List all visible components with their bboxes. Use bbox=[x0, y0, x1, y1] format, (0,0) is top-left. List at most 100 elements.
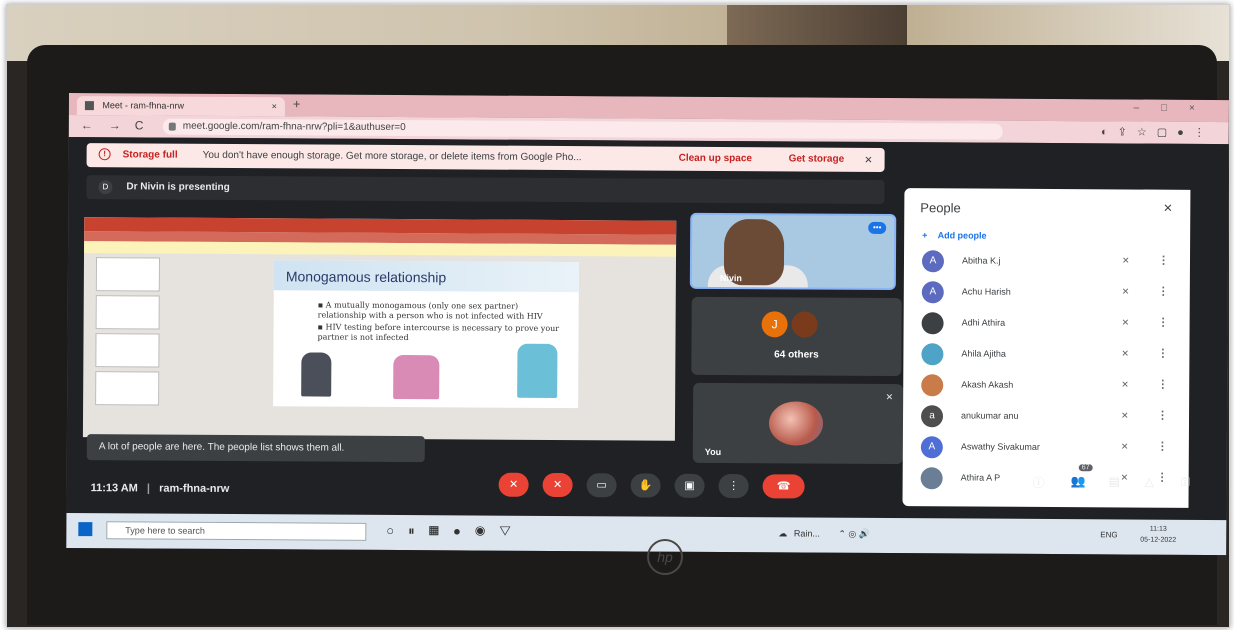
muted-mic-icon: ✕ bbox=[1121, 348, 1130, 359]
get-storage-button[interactable]: Get storage bbox=[789, 147, 845, 171]
url-input[interactable]: meet.google.com/ram-fhna-nrw?pli=1&authu… bbox=[162, 118, 1003, 140]
add-people-button[interactable]: + Add people bbox=[922, 230, 986, 240]
participant-tile-self[interactable]: ✕ You bbox=[692, 382, 904, 465]
new-tab-button[interactable]: + bbox=[293, 96, 301, 111]
more-vert-icon[interactable]: ⋮ bbox=[1157, 347, 1168, 360]
meet-favicon-icon bbox=[84, 101, 94, 111]
clean-up-space-button[interactable]: Clean up space bbox=[679, 147, 753, 171]
others-count: 64 others bbox=[774, 349, 819, 361]
slide-thumbnails bbox=[95, 257, 162, 437]
participant-row[interactable]: A Achu Harish ✕ ⋮ bbox=[921, 279, 1184, 307]
hp-logo: hp bbox=[647, 539, 683, 575]
participant-row[interactable]: A Aswathy Sivakumar ✕ ⋮ bbox=[920, 434, 1183, 462]
reload-button[interactable]: C bbox=[135, 118, 144, 132]
taskbar-pinned-apps[interactable]: ○⏸▦●◉▽ bbox=[386, 523, 525, 540]
participant-name: Akash Akash bbox=[961, 379, 1014, 390]
taskbar-search-placeholder: Type here to search bbox=[125, 525, 205, 536]
participant-avatar bbox=[921, 374, 944, 397]
presenter-avatar: D bbox=[98, 180, 113, 195]
warning-icon: ! bbox=[98, 148, 111, 161]
slide-bullet: ▪ HIV testing before intercourse is nece… bbox=[317, 322, 560, 343]
muted-mic-icon: ✕ bbox=[1121, 379, 1129, 390]
language-indicator[interactable]: ENG bbox=[1100, 530, 1117, 539]
participant-row[interactable]: A Abitha K.j ✕ ⋮ bbox=[921, 248, 1184, 276]
presenting-text: Dr Nivin is presenting bbox=[126, 181, 230, 193]
lock-icon bbox=[168, 122, 176, 131]
captions-button[interactable]: ▭ bbox=[586, 473, 617, 498]
more-vert-icon[interactable]: ⋮ bbox=[1158, 285, 1169, 298]
camera-toggle-button[interactable]: ✕ bbox=[542, 472, 573, 498]
participant-row[interactable]: a anukumar anu ✕ ⋮ bbox=[920, 403, 1183, 431]
slide-illustration bbox=[517, 343, 558, 398]
people-panel: People × + Add people A Abitha K.j ✕ ⋮ A Achu… bbox=[902, 188, 1191, 508]
forward-button[interactable]: → bbox=[109, 118, 121, 132]
self-label: You bbox=[704, 446, 722, 457]
participant-row[interactable]: Ahila Ajitha ✕ ⋮ bbox=[921, 341, 1183, 369]
muted-mic-icon: ✕ bbox=[1121, 410, 1129, 421]
meet-window: ! Storage full You don't have enough sto… bbox=[66, 136, 1229, 556]
more-vert-icon[interactable]: ⋮ bbox=[1158, 254, 1169, 267]
people-panel-close-icon[interactable]: × bbox=[1163, 200, 1172, 217]
banner-message: You don't have enough storage. Get more … bbox=[202, 149, 582, 164]
raise-hand-button[interactable]: ✋ bbox=[630, 473, 661, 498]
window-controls[interactable]: –□× bbox=[1133, 103, 1217, 115]
slide-thumbnail bbox=[95, 333, 160, 368]
powerpoint-notice-bar bbox=[84, 241, 677, 257]
activities-icon[interactable]: △ bbox=[1145, 475, 1154, 489]
participant-avatar bbox=[921, 343, 944, 366]
leave-call-button[interactable]: ☎ bbox=[762, 474, 805, 499]
system-tray: ☁ Rain... ⌃ ◎ 🔊 bbox=[778, 528, 870, 540]
participant-avatar bbox=[921, 312, 944, 335]
meeting-info: 11:13 AM | ram-fhna-nrw bbox=[91, 482, 230, 495]
weather-text: Rain... bbox=[793, 528, 820, 539]
browser-tab[interactable]: Meet - ram-fhna-nrw × bbox=[76, 96, 285, 117]
people-icon[interactable]: 👥 bbox=[1071, 474, 1086, 488]
tab-close-icon[interactable]: × bbox=[272, 97, 277, 116]
participant-tile-others[interactable]: J 64 others bbox=[691, 296, 902, 377]
others-avatar: J bbox=[761, 311, 788, 338]
present-button[interactable]: ▣ bbox=[674, 473, 705, 498]
laptop-screen: Meet - ram-fhna-nrw × + –□× ← → C meet.g… bbox=[66, 93, 1229, 556]
people-panel-title: People bbox=[920, 200, 961, 216]
add-people-label: Add people bbox=[937, 230, 987, 241]
banner-close-icon[interactable]: × bbox=[865, 148, 873, 172]
people-toast: A lot of people are here. The people lis… bbox=[86, 434, 425, 463]
chat-icon[interactable]: ▤ bbox=[1109, 474, 1120, 488]
slide-thumbnail bbox=[95, 257, 160, 292]
taskbar-search-input[interactable]: Type here to search bbox=[106, 521, 367, 541]
slide-title: Monogamous relationship bbox=[285, 268, 447, 286]
more-vert-icon[interactable]: ⋮ bbox=[1157, 409, 1168, 422]
participant-row[interactable]: Akash Akash ✕ ⋮ bbox=[921, 372, 1183, 400]
weather-icon[interactable]: ☁ bbox=[778, 528, 787, 538]
windows-start-icon[interactable] bbox=[78, 522, 93, 537]
more-vert-icon[interactable]: ⋮ bbox=[1157, 440, 1168, 453]
participant-name: Adhi Athira bbox=[961, 317, 1006, 328]
back-button[interactable]: ← bbox=[81, 118, 93, 132]
participant-row[interactable]: Adhi Athira ✕ ⋮ bbox=[921, 310, 1184, 338]
tab-title: Meet - ram-fhna-nrw bbox=[102, 100, 185, 111]
slide-thumbnail bbox=[95, 371, 160, 406]
participant-name: Ahila Ajitha bbox=[961, 348, 1006, 359]
meeting-details-icon[interactable]: ⓘ bbox=[1033, 474, 1045, 491]
meeting-code: ram-fhna-nrw bbox=[159, 482, 230, 495]
add-person-icon: + bbox=[922, 230, 928, 241]
meeting-time: 11:13 AM bbox=[90, 482, 138, 495]
tray-icons[interactable]: ⌃ ◎ 🔊 bbox=[838, 529, 870, 539]
self-avatar bbox=[768, 401, 824, 446]
presenting-bar: D Dr Nivin is presenting bbox=[86, 175, 885, 204]
participant-avatar: a bbox=[920, 405, 944, 428]
participant-tile-presenter[interactable]: Nivin ••• bbox=[689, 212, 897, 291]
taskbar-clock[interactable]: 11:13 05-12-2022 bbox=[1140, 524, 1176, 546]
more-vert-icon[interactable]: ⋮ bbox=[1157, 378, 1168, 391]
participant-avatar: A bbox=[921, 281, 944, 304]
participant-name: Nivin bbox=[719, 272, 742, 284]
mic-toggle-button[interactable]: ✕ bbox=[498, 472, 529, 497]
more-vert-icon[interactable]: ⋮ bbox=[1158, 316, 1169, 329]
photo-frame: Meet - ram-fhna-nrw × + –□× ← → C meet.g… bbox=[6, 4, 1230, 628]
current-slide: Monogamous relationship ▪ A mutually mon… bbox=[273, 260, 579, 409]
extension-icons[interactable]: ◐⇪☆▢●⋮ bbox=[1101, 125, 1215, 139]
participant-avatar: A bbox=[921, 250, 945, 273]
muted-mic-icon: ✕ bbox=[885, 391, 894, 403]
host-controls-icon[interactable]: ⚿ bbox=[1181, 475, 1190, 490]
more-options-button[interactable]: ⋮ bbox=[718, 473, 749, 499]
